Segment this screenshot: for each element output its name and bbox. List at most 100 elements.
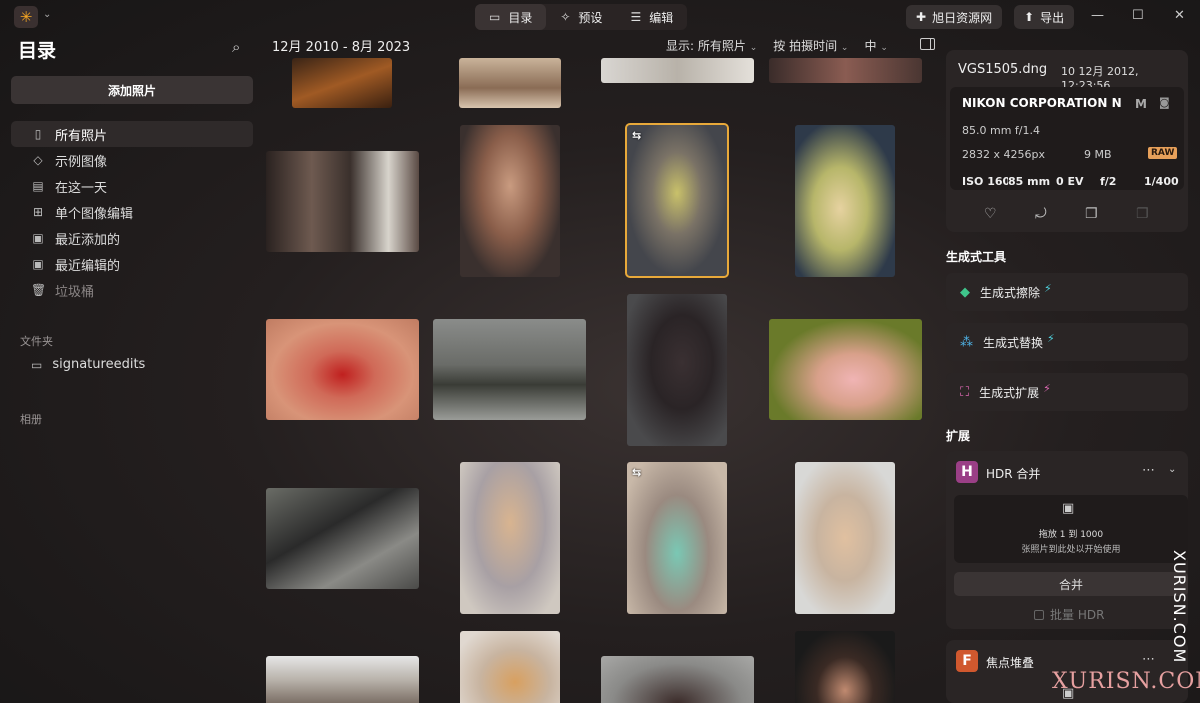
edited-badge-icon: ⇆ [632, 129, 642, 142]
minimize-icon[interactable]: — [1091, 8, 1104, 23]
search-icon[interactable]: ⌕ [232, 38, 240, 56]
mode-tabs: ▭ 目录 ✧ 预设 ☰ 编辑 [475, 4, 688, 30]
duplicate-icon[interactable]: ❐ [1085, 206, 1098, 222]
edited-badge-icon: ⇆ [632, 466, 642, 479]
photo-thumbnail[interactable] [266, 488, 419, 589]
heart-icon[interactable]: ♡ [984, 206, 997, 222]
share-button[interactable]: ✚ 旭日资源网 [906, 5, 1003, 29]
photo-thumbnail[interactable] [266, 151, 419, 252]
tool-label: 生成式替换 [983, 335, 1044, 350]
sidebar-item-label: 在这一天 [55, 180, 108, 196]
sidebar-item-all-photos[interactable]: ▯ 所有照片 [11, 121, 253, 147]
folder-item-signatureedits[interactable]: ▭ signatureedits [31, 357, 145, 372]
eraser-icon: ◆ [960, 284, 970, 300]
photo-thumbnail[interactable] [601, 656, 754, 703]
generative-tools-heading: 生成式工具 [946, 250, 1007, 264]
camera-model: NIKON CORPORATION NIKON [962, 96, 1122, 110]
sidebar-item-single-edits[interactable]: ⊞ 单个图像编辑 [11, 199, 253, 225]
folders-heading: 文件夹 [20, 335, 53, 348]
watermark-vertical: XURISN.COM [1170, 550, 1189, 664]
photo-thumbnail[interactable] [459, 58, 561, 108]
hdr-title: HDR 合并 [986, 467, 1041, 481]
photo-thumbnail[interactable] [460, 631, 560, 703]
trash-icon: 🗑︎ [31, 283, 47, 297]
extensions-heading: 扩展 [946, 429, 971, 443]
photo-thumbnail-selected[interactable]: ⇆ [625, 123, 729, 278]
sidebar-item-label: 最近编辑的 [55, 258, 121, 274]
photo-thumbnail[interactable] [769, 319, 922, 420]
folder-icon: ▭ [31, 357, 43, 372]
photo-thumbnail[interactable] [266, 319, 419, 420]
sidebar-item-recently-edited[interactable]: ▣ 最近编辑的 [11, 251, 253, 277]
tab-catalog[interactable]: ▭ 目录 [475, 4, 547, 30]
photo-thumbnail[interactable] [795, 631, 895, 703]
sidebar-title: 目录 [18, 40, 57, 62]
maximize-icon[interactable]: ☐ [1132, 8, 1144, 23]
aperture-value: f/2 [1100, 175, 1117, 188]
drop-hint-line2: 张照片到此处以开始使用 [1021, 545, 1121, 555]
merge-button[interactable]: 合并 [954, 572, 1188, 596]
chevron-down-icon[interactable]: ⌄ [1168, 464, 1176, 475]
more-options-icon[interactable]: ⋯ [1142, 463, 1155, 478]
tab-presets[interactable]: ✧ 预设 [546, 4, 616, 30]
sidebar-item-label: 最近添加的 [55, 232, 121, 248]
sidebar-item-trash[interactable]: 🗑︎ 垃圾桶 [11, 277, 253, 303]
batch-hdr-checkbox[interactable]: 批量 HDR [1034, 606, 1104, 623]
photo-stack-icon: ▯ [34, 127, 42, 141]
sliders-icon: ☰ [630, 10, 642, 24]
tool-label: 生成式擦除 [980, 285, 1041, 300]
share-label: 旭日资源网 [932, 10, 993, 25]
sort-dropdown[interactable]: 按 拍摄时间 ⌄ [773, 37, 848, 54]
app-window: ✳ ⌄ ▭ 目录 ✧ 预设 ☰ 编辑 ✚ 旭日资源网 ⬆ 导出 — ☐ ✕ 目录… [0, 0, 1200, 703]
photo-thumbnail[interactable] [433, 319, 586, 420]
tab-edit-label: 编辑 [649, 10, 674, 25]
generative-erase-button[interactable]: ◆ 生成式擦除 ⚡︎ [946, 273, 1188, 311]
lens-info: 85.0 mm f/1.4 [962, 124, 1040, 137]
photo-thumbnail[interactable]: ⇆ [627, 462, 727, 614]
photo-info-card: VGS1505.dng 10 12月 2012, 12:23:56 NIKON … [946, 50, 1188, 232]
hdr-drop-zone[interactable]: ▣ 拖放 1 到 1000 张照片到此处以开始使用 [954, 495, 1188, 563]
photo-thumbnail[interactable] [460, 125, 560, 277]
recent-added-icon: ▣ [32, 231, 44, 245]
close-icon[interactable]: ✕ [1174, 8, 1185, 23]
more-options-icon[interactable]: ⋯ [1142, 652, 1155, 667]
export-label: 导出 [1040, 10, 1065, 25]
sparkle-icon: ✳ [19, 8, 33, 26]
sidebar-item-on-this-day[interactable]: ▤ 在这一天 [11, 173, 253, 199]
upload-icon: ⬆ [1024, 10, 1035, 24]
watermark-bottom: XURISN.COM [1052, 669, 1200, 694]
sidebar-item-label: 所有照片 [55, 128, 108, 144]
file-name: VGS1505.dng [958, 62, 1048, 77]
info-panel: VGS1505.dng 10 12月 2012, 12:23:56 NIKON … [946, 50, 1190, 703]
sidebar-item-samples[interactable]: ◇ 示例图像 [11, 147, 253, 173]
title-bar: ✳ ⌄ ▭ 目录 ✧ 预设 ☰ 编辑 ✚ 旭日资源网 ⬆ 导出 — ☐ ✕ [0, 0, 1200, 34]
photo-thumbnail[interactable] [460, 462, 560, 614]
photo-thumbnail[interactable] [627, 294, 727, 446]
photo-thumbnail[interactable] [795, 462, 895, 614]
calendar-icon: ▤ [32, 179, 44, 193]
panel-toggle-icon[interactable] [920, 38, 935, 50]
thumbnail-size-dropdown[interactable]: 中 ⌄ [864, 37, 887, 54]
tool-label: 生成式扩展 [979, 385, 1040, 400]
photo-thumbnail[interactable] [769, 58, 922, 83]
generative-replace-button[interactable]: ⁂ 生成式替换 ⚡︎ [946, 323, 1188, 361]
chevron-down-icon[interactable]: ⌄ [43, 9, 51, 20]
photo-thumbnail[interactable] [601, 58, 754, 83]
recent-edited-icon: ▣ [32, 257, 44, 271]
shutter-value: 1/400 [1144, 175, 1179, 188]
generative-expand-button[interactable]: ⛶ 生成式扩展 ⚡︎ [946, 373, 1188, 411]
add-photo-button[interactable]: 添加照片 [11, 76, 253, 104]
sidebar-item-recently-added[interactable]: ▣ 最近添加的 [11, 225, 253, 251]
photo-thumbnail[interactable] [266, 656, 419, 703]
exposure-mode: M [1135, 97, 1147, 111]
show-filter[interactable]: 显示: 所有照片 ⌄ [666, 37, 757, 54]
photo-thumbnail[interactable] [795, 125, 895, 277]
photo-thumbnail[interactable] [292, 58, 392, 108]
export-button[interactable]: ⬆ 导出 [1014, 5, 1075, 29]
checkbox-icon [1034, 609, 1044, 620]
tab-edit[interactable]: ☰ 编辑 [616, 4, 687, 30]
app-logo-button[interactable]: ✳ [14, 6, 38, 28]
photo-actions: ♡ ⤾ ❐ ❐ [946, 206, 1188, 226]
image-dimensions: 2832 x 4256px [962, 148, 1045, 161]
rotate-icon[interactable]: ⤾ [1035, 206, 1047, 222]
